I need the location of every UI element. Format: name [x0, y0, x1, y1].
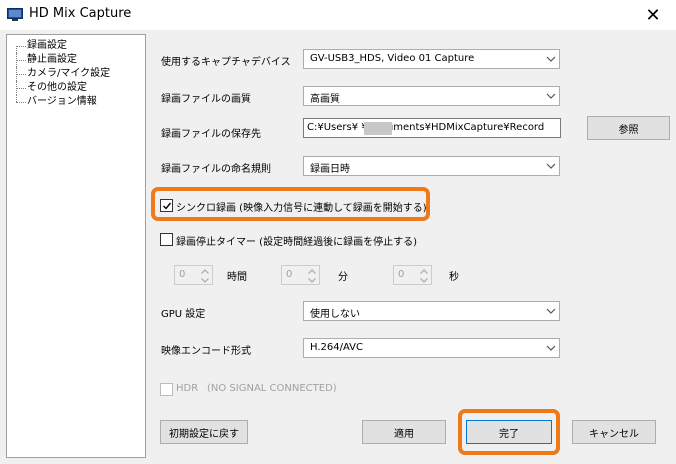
spin-up-icon[interactable]	[198, 267, 211, 275]
settings-tree[interactable]: 録画設定 静止画設定 カメラ/マイク設定 その他の設定 バージョン情報	[6, 34, 146, 458]
chevron-down-icon	[546, 308, 556, 314]
device-dropdown[interactable]: GV-USB3_HDS, Video 01 Capture	[303, 49, 560, 69]
tree-item-still-image[interactable]: 静止画設定	[7, 53, 127, 67]
minutes-unit: 分	[338, 272, 348, 283]
spin-up-icon[interactable]	[305, 267, 318, 275]
save-path-input[interactable]: C:¥Users¥ ¥Documents¥HDMixCapture¥Record	[303, 118, 561, 138]
device-label: 使用するキャプチャデバイス	[161, 57, 291, 68]
hours-value: 0	[179, 269, 186, 280]
seconds-unit: 秒	[449, 272, 459, 283]
chevron-down-icon	[546, 93, 556, 99]
hours-unit: 時間	[227, 272, 247, 283]
stop-timer-label[interactable]: 録画停止タイマー (設定時間経過後に録画を停止する)	[176, 233, 417, 248]
reset-defaults-button[interactable]: 初期設定に戻す	[160, 420, 248, 444]
tree-item-label: 録画設定	[27, 40, 67, 51]
tree-item-camera-mic[interactable]: カメラ/マイク設定	[7, 67, 127, 81]
hdr-label: HDR	[176, 383, 199, 394]
apply-button[interactable]: 適用	[362, 420, 446, 444]
gpu-value: 使用しない	[310, 309, 360, 320]
gpu-label: GPU 設定	[161, 309, 206, 320]
spin-down-icon[interactable]	[417, 276, 430, 284]
minutes-value: 0	[286, 269, 293, 280]
encoding-dropdown[interactable]: H.264/AVC	[303, 338, 560, 358]
browse-button[interactable]: 参照	[587, 116, 670, 140]
close-button[interactable]: ✕	[630, 0, 676, 30]
checkmark-icon	[163, 202, 172, 210]
save-path-label: 録画ファイルの保存先	[161, 129, 261, 140]
capture-app-icon	[7, 8, 23, 21]
title-bar: HD Mix Capture ✕	[0, 0, 676, 30]
naming-label: 録画ファイルの命名規則	[161, 164, 271, 175]
gpu-dropdown[interactable]: 使用しない	[303, 301, 560, 321]
sync-record-checkbox[interactable]	[160, 199, 173, 212]
spin-down-icon[interactable]	[305, 276, 318, 284]
close-icon: ✕	[645, 4, 661, 26]
tree-item-label: 静止画設定	[27, 54, 77, 65]
chevron-down-icon	[546, 56, 556, 62]
chevron-down-icon	[546, 345, 556, 351]
quality-value: 高画質	[310, 94, 340, 105]
tree-item-other[interactable]: その他の設定	[7, 81, 127, 95]
cancel-button[interactable]: キャンセル	[572, 420, 656, 444]
hours-spinner[interactable]: 0	[174, 265, 213, 285]
window-title: HD Mix Capture	[29, 6, 132, 21]
spin-up-icon[interactable]	[417, 267, 430, 275]
sync-record-label[interactable]: シンクロ録画 (映像入力信号に連動して録画を開始する)	[176, 199, 427, 214]
done-button[interactable]: 完了	[466, 420, 552, 444]
redacted-username	[364, 122, 392, 135]
device-value: GV-USB3_HDS, Video 01 Capture	[310, 53, 475, 64]
minutes-spinner[interactable]: 0	[281, 265, 320, 285]
encoding-value: H.264/AVC	[310, 342, 364, 353]
quality-label: 録画ファイルの画質	[161, 94, 251, 105]
tree-item-recording[interactable]: 録画設定	[7, 39, 127, 53]
tree-item-label: カメラ/マイク設定	[27, 68, 111, 79]
naming-value: 録画日時	[310, 164, 350, 175]
hdr-checkbox[interactable]	[160, 383, 173, 396]
spin-down-icon[interactable]	[198, 276, 211, 284]
chevron-down-icon	[546, 163, 556, 169]
encoding-label: 映像エンコード形式	[161, 346, 251, 357]
seconds-value: 0	[398, 269, 405, 280]
quality-dropdown[interactable]: 高画質	[303, 86, 560, 106]
tree-item-label: バージョン情報	[27, 96, 97, 107]
stop-timer-checkbox[interactable]	[160, 233, 173, 246]
tree-item-label: その他の設定	[27, 82, 87, 93]
save-path-value: C:¥Users¥ ¥Documents¥HDMixCapture¥Record	[307, 122, 545, 133]
hdr-status: (NO SIGNAL CONNECTED)	[207, 383, 337, 394]
naming-dropdown[interactable]: 録画日時	[303, 156, 560, 176]
tree-item-version[interactable]: バージョン情報	[7, 95, 127, 109]
seconds-spinner[interactable]: 0	[393, 265, 432, 285]
